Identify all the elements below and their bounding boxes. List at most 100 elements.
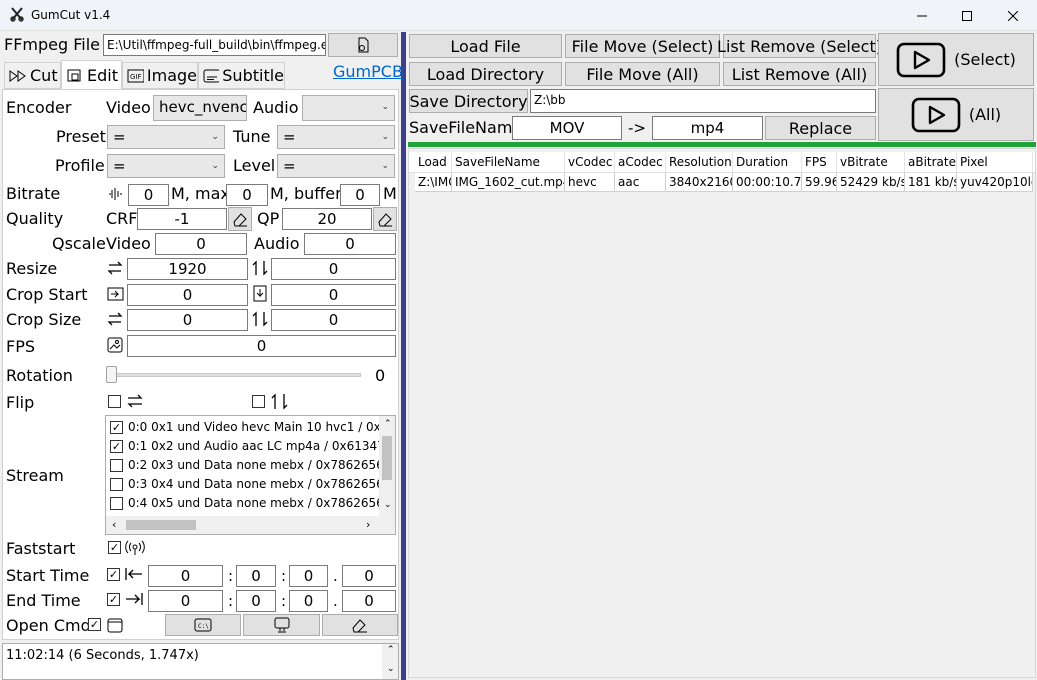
crop-size-height-field[interactable]: 0: [271, 309, 396, 331]
end-time-checkbox[interactable]: ✓: [107, 593, 120, 606]
qp-clear-button[interactable]: [373, 207, 397, 231]
resize-width-field[interactable]: 1920: [127, 258, 248, 280]
flip-horizontal-checkbox[interactable]: [108, 395, 121, 408]
grid-column-header[interactable]: vCodec: [565, 152, 615, 172]
gumpcb-link[interactable]: GumPCB: [333, 62, 403, 82]
run-select-button[interactable]: (Select): [878, 33, 1034, 86]
tune-select[interactable]: = ⌄: [277, 125, 395, 149]
clear-all-button[interactable]: [322, 614, 398, 636]
preset-select[interactable]: = ⌄: [107, 125, 225, 149]
browse-ffmpeg-button[interactable]: [328, 33, 398, 57]
ffmpeg-path-field[interactable]: E:\Util\ffmpeg-full_build\bin\ffmpeg.exe: [103, 34, 326, 56]
grid-column-header[interactable]: Pixel: [957, 152, 1033, 172]
preview-button[interactable]: [243, 614, 320, 636]
qscale-video-field[interactable]: 0: [155, 233, 247, 255]
grid-cell[interactable]: IMG_1602_cut.mp4: [452, 173, 565, 192]
fps-field[interactable]: 0: [127, 335, 396, 357]
stream-item-checkbox[interactable]: [110, 478, 123, 491]
file-move-all-button[interactable]: File Move (All): [565, 62, 720, 86]
faststart-checkbox[interactable]: ✓: [108, 541, 121, 554]
crf-clear-button[interactable]: [228, 207, 252, 231]
save-directory-button[interactable]: Save Directory: [409, 89, 528, 113]
stream-item-checkbox[interactable]: ✓: [110, 421, 123, 434]
qscale-audio-field[interactable]: 0: [304, 233, 396, 255]
grid-column-header[interactable]: Load: [415, 152, 452, 172]
bitrate-field[interactable]: 0: [128, 184, 169, 206]
tab-cut[interactable]: Cut: [4, 62, 61, 89]
rotation-slider-thumb[interactable]: [106, 366, 117, 383]
open-cmd-checkbox[interactable]: ✓: [88, 618, 101, 631]
stream-hscroll-thumb[interactable]: [126, 520, 196, 530]
file-move-select-button[interactable]: File Move (Select): [565, 34, 720, 58]
panel-divider[interactable]: [401, 32, 406, 680]
grid-cell[interactable]: 59.96: [802, 173, 837, 192]
start-time-ms-field[interactable]: 0: [342, 565, 396, 587]
stream-vscroll[interactable]: ⌃ ⌄: [379, 416, 395, 516]
stream-list[interactable]: ✓ 0:0 0x1 und Video hevc Main 10 hvc1 / 0…: [105, 415, 396, 535]
grid-column-header[interactable]: vBitrate: [837, 152, 905, 172]
stream-hscroll[interactable]: ‹ ›: [106, 516, 395, 534]
resize-height-field[interactable]: 0: [271, 258, 396, 280]
grid-column-header[interactable]: Resolution: [666, 152, 733, 172]
stream-item-checkbox[interactable]: [110, 497, 123, 510]
start-time-minutes-field[interactable]: 0: [236, 565, 276, 587]
grid-column-header[interactable]: Duration: [733, 152, 802, 172]
stream-vscroll-thumb[interactable]: [382, 436, 392, 480]
log-box[interactable]: 11:02:14 (6 Seconds, 1.747x) ⌃ ⌄: [2, 643, 399, 680]
crop-start-y-field[interactable]: 0: [271, 284, 396, 306]
grid-column-header[interactable]: FPS: [802, 152, 837, 172]
grid-cell[interactable]: 00:00:10.74: [733, 173, 802, 192]
grid-column-header[interactable]: SaveFileName: [452, 152, 565, 172]
crf-field[interactable]: -1: [137, 208, 227, 230]
bitrate-max-field[interactable]: 0: [226, 184, 268, 206]
grid-cell[interactable]: yuv420p10le: [957, 173, 1033, 192]
profile-select[interactable]: = ⌄: [107, 154, 225, 178]
tab-subtitle[interactable]: Subtitle: [198, 62, 285, 89]
start-time-hours-field[interactable]: 0: [148, 565, 223, 587]
stream-item[interactable]: 0:4 0x5 und Data none mebx / 0x7862656D,…: [110, 495, 380, 513]
list-remove-all-button[interactable]: List Remove (All): [723, 62, 876, 86]
grid-cell[interactable]: 3840x2160: [666, 173, 733, 192]
stream-item-checkbox[interactable]: ✓: [110, 440, 123, 453]
stream-item-checkbox[interactable]: [110, 459, 123, 472]
end-time-ms-field[interactable]: 0: [342, 590, 396, 612]
load-directory-button[interactable]: Load Directory: [409, 62, 562, 86]
audio-encoder-select[interactable]: ⌄: [302, 95, 395, 121]
stream-item[interactable]: ✓ 0:1 0x2 und Audio aac LC mp4a / 0x61347…: [110, 438, 380, 456]
crop-start-x-field[interactable]: 0: [127, 284, 248, 306]
level-select[interactable]: = ⌄: [277, 154, 395, 178]
stream-item[interactable]: ✓ 0:0 0x1 und Video hevc Main 10 hvc1 / 0…: [110, 419, 380, 437]
crop-size-width-field[interactable]: 0: [127, 309, 248, 331]
start-time-seconds-field[interactable]: 0: [289, 565, 328, 587]
save-directory-field[interactable]: Z:\bb: [530, 89, 876, 113]
grid-column-header[interactable]: aCodec: [615, 152, 666, 172]
tab-edit[interactable]: Edit: [61, 60, 122, 90]
grid-cell[interactable]: hevc: [565, 173, 615, 192]
replace-button[interactable]: Replace: [765, 116, 876, 140]
qp-field[interactable]: 20: [282, 208, 372, 230]
maximize-button[interactable]: [944, 0, 990, 31]
grid-cell[interactable]: Z:\IMG_1602.MOV: [415, 173, 452, 192]
bitrate-buffer-field[interactable]: 0: [340, 184, 380, 206]
load-file-button[interactable]: Load File: [409, 34, 562, 58]
log-vscroll[interactable]: ⌃ ⌄: [382, 644, 398, 679]
end-time-hours-field[interactable]: 0: [148, 590, 223, 612]
video-encoder-select[interactable]: hevc_nvenc ⌄: [153, 95, 247, 121]
stream-item[interactable]: 0:2 0x3 und Data none mebx / 0x7862656D,…: [110, 457, 380, 475]
flip-vertical-checkbox[interactable]: [252, 395, 265, 408]
close-button[interactable]: [990, 0, 1036, 31]
tab-image[interactable]: GIF Image: [122, 62, 198, 89]
run-all-button[interactable]: (All): [878, 88, 1034, 141]
end-time-minutes-field[interactable]: 0: [236, 590, 276, 612]
to-extension-field[interactable]: mp4: [652, 116, 763, 140]
from-extension-field[interactable]: MOV: [512, 116, 622, 140]
file-grid[interactable]: [408, 148, 1036, 678]
list-remove-select-button[interactable]: List Remove (Select): [717, 34, 882, 58]
end-time-seconds-field[interactable]: 0: [289, 590, 328, 612]
command-prompt-button[interactable]: C:\: [165, 614, 241, 636]
minimize-button[interactable]: [899, 0, 945, 31]
start-time-checkbox[interactable]: ✓: [107, 568, 120, 581]
grid-cell[interactable]: 52429 kb/s: [837, 173, 905, 192]
grid-cell[interactable]: 181 kb/s: [905, 173, 957, 192]
stream-item[interactable]: 0:3 0x4 und Data none mebx / 0x7862656D,…: [110, 476, 380, 494]
